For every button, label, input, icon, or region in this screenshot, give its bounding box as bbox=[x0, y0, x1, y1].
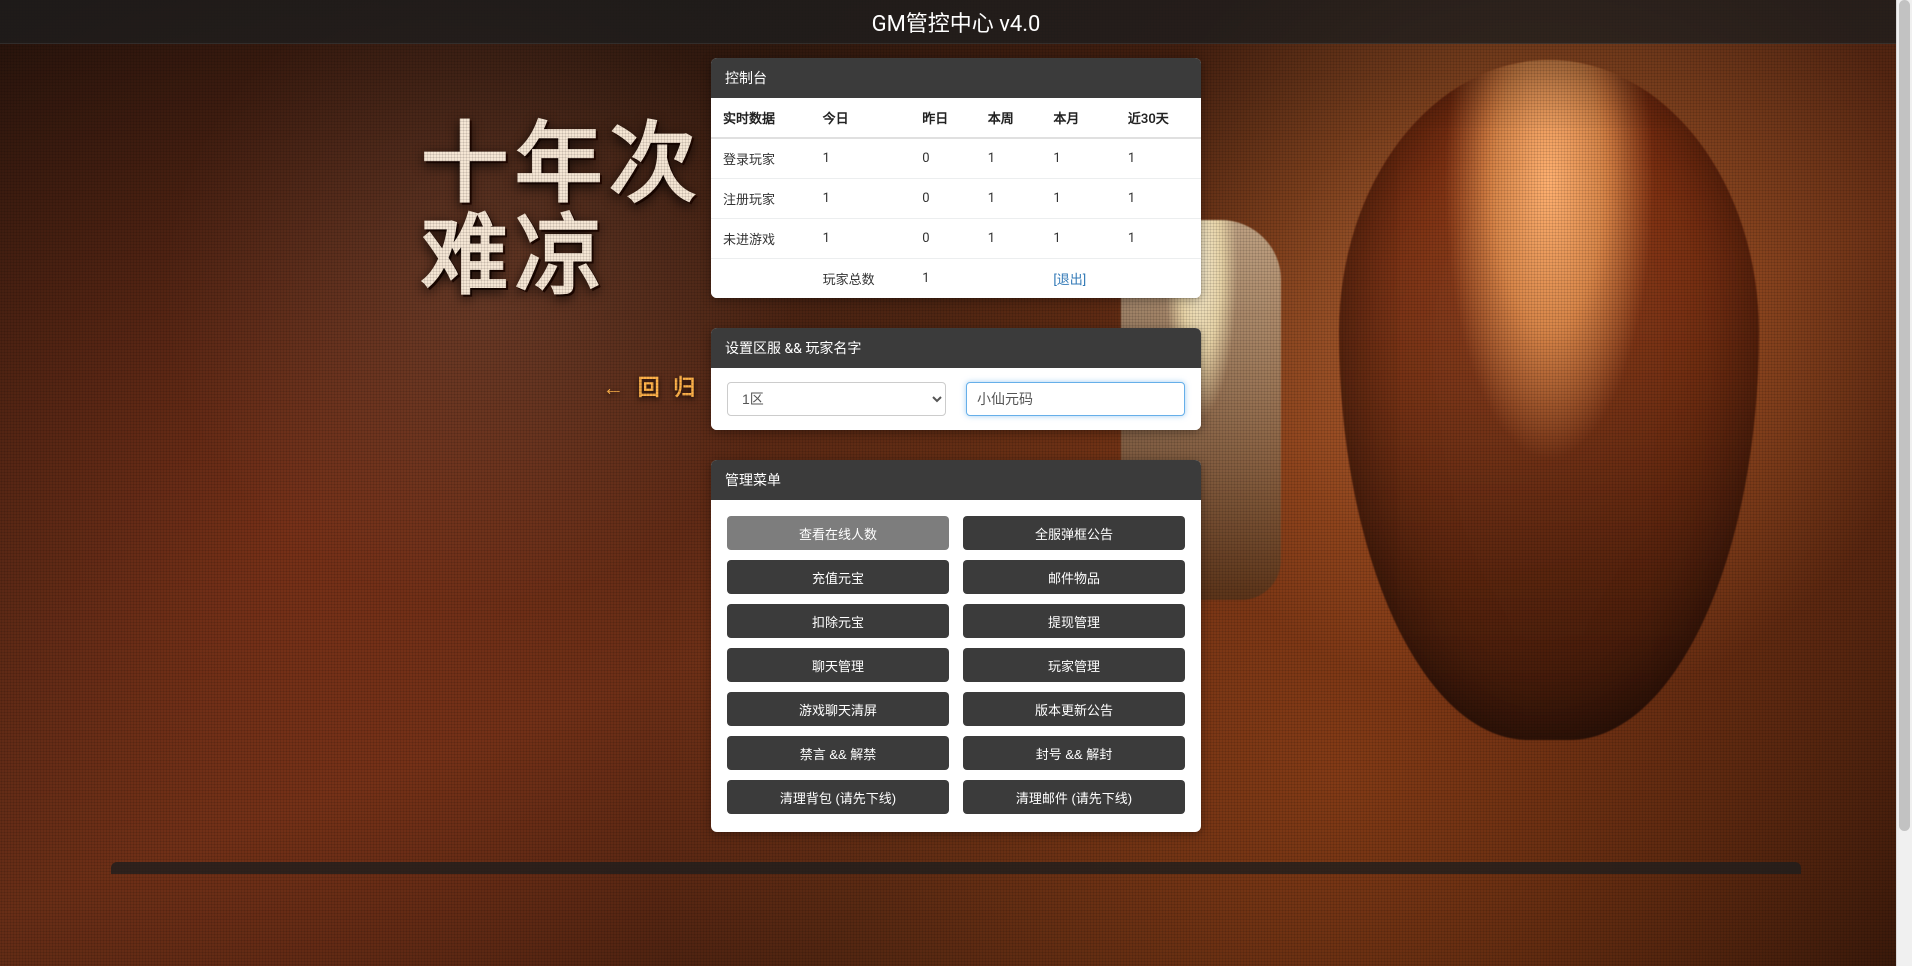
cell-yesterday: 0 bbox=[910, 219, 976, 259]
stats-header-row: 实时数据 今日 昨日 本周 本月 近30天 bbox=[711, 98, 1201, 138]
menu-button[interactable]: 禁言 && 解禁 bbox=[727, 736, 949, 770]
menu-button[interactable]: 查看在线人数 bbox=[727, 516, 949, 550]
menu-button[interactable]: 提现管理 bbox=[963, 604, 1185, 638]
menu-button[interactable]: 封号 && 解封 bbox=[963, 736, 1185, 770]
console-panel-title: 控制台 bbox=[711, 58, 1201, 98]
col-yesterday: 昨日 bbox=[910, 98, 976, 138]
table-row: 未进游戏10111 bbox=[711, 219, 1201, 259]
menu-button[interactable]: 扣除元宝 bbox=[727, 604, 949, 638]
menu-button[interactable]: 充值元宝 bbox=[727, 560, 949, 594]
cell-today: 1 bbox=[811, 138, 911, 179]
menu-button[interactable]: 游戏聊天清屏 bbox=[727, 692, 949, 726]
col-today: 今日 bbox=[811, 98, 911, 138]
cell-yesterday: 0 bbox=[910, 138, 976, 179]
col-last30: 近30天 bbox=[1116, 98, 1201, 138]
scrollbar-thumb[interactable] bbox=[1899, 0, 1910, 831]
stats-table: 实时数据 今日 昨日 本周 本月 近30天 登录玩家10111注册玩家10111… bbox=[711, 98, 1201, 298]
cell-today: 1 bbox=[811, 219, 911, 259]
console-panel: 控制台 实时数据 今日 昨日 本周 本月 近30天 登录玩家10111注册玩家1… bbox=[711, 58, 1201, 298]
menu-panel-title: 管理菜单 bbox=[711, 460, 1201, 500]
col-month: 本月 bbox=[1041, 98, 1116, 138]
server-panel: 设置区服 && 玩家名字 1区 bbox=[711, 328, 1201, 430]
menu-button[interactable]: 邮件物品 bbox=[963, 560, 1185, 594]
cell-last30: 1 bbox=[1116, 219, 1201, 259]
cell-last30: 1 bbox=[1116, 179, 1201, 219]
menu-panel: 管理菜单 查看在线人数全服弹框公告充值元宝邮件物品扣除元宝提现管理聊天管理玩家管… bbox=[711, 460, 1201, 832]
cell-week: 1 bbox=[976, 138, 1042, 179]
table-row: 登录玩家10111 bbox=[711, 138, 1201, 179]
table-row: 注册玩家10111 bbox=[711, 179, 1201, 219]
cell-label: 注册玩家 bbox=[711, 179, 811, 219]
total-players-value: 1 bbox=[910, 259, 976, 299]
stats-footer-row: 玩家总数 1 [退出] bbox=[711, 259, 1201, 299]
cell-month: 1 bbox=[1041, 179, 1116, 219]
menu-button[interactable]: 版本更新公告 bbox=[963, 692, 1185, 726]
bottom-panel-strip bbox=[111, 862, 1801, 874]
app-title: GM管控中心 v4.0 bbox=[872, 6, 1041, 38]
total-players-label: 玩家总数 bbox=[811, 259, 911, 299]
col-realtime: 实时数据 bbox=[711, 98, 811, 138]
cell-label: 登录玩家 bbox=[711, 138, 811, 179]
menu-button[interactable]: 清理邮件 (请先下线) bbox=[963, 780, 1185, 814]
cell-label: 未进游戏 bbox=[711, 219, 811, 259]
cell-last30: 1 bbox=[1116, 138, 1201, 179]
cell-week: 1 bbox=[976, 219, 1042, 259]
menu-button[interactable]: 聊天管理 bbox=[727, 648, 949, 682]
app-title-bar: GM管控中心 v4.0 bbox=[0, 0, 1912, 44]
cell-today: 1 bbox=[811, 179, 911, 219]
logout-link[interactable]: [退出] bbox=[1053, 273, 1086, 288]
player-name-input[interactable] bbox=[966, 382, 1185, 416]
scrollbar-track[interactable] bbox=[1896, 0, 1912, 966]
cell-yesterday: 0 bbox=[910, 179, 976, 219]
cell-month: 1 bbox=[1041, 219, 1116, 259]
server-select[interactable]: 1区 bbox=[727, 382, 946, 416]
cell-month: 1 bbox=[1041, 138, 1116, 179]
menu-button[interactable]: 清理背包 (请先下线) bbox=[727, 780, 949, 814]
server-panel-title: 设置区服 && 玩家名字 bbox=[711, 328, 1201, 368]
col-week: 本周 bbox=[976, 98, 1042, 138]
menu-button[interactable]: 玩家管理 bbox=[963, 648, 1185, 682]
cell-week: 1 bbox=[976, 179, 1042, 219]
menu-button[interactable]: 全服弹框公告 bbox=[963, 516, 1185, 550]
